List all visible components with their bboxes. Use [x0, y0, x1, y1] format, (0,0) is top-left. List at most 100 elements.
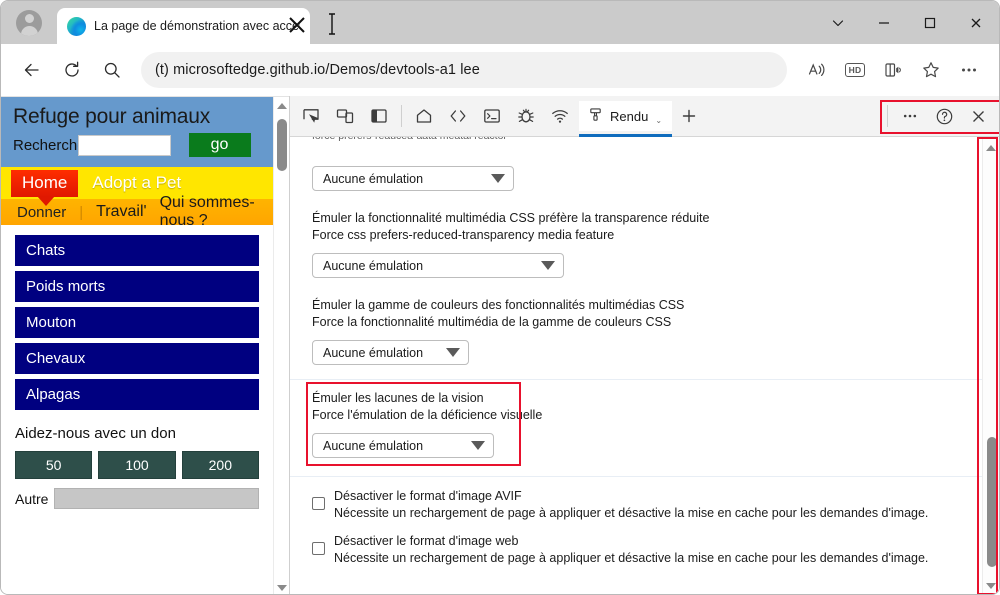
- text-caret-icon: [327, 13, 337, 35]
- inspect-element-icon[interactable]: [294, 99, 328, 133]
- avatar: [16, 9, 42, 36]
- maximize-button[interactable]: [907, 1, 953, 44]
- devtools-scroll-up-arrow[interactable]: [983, 139, 999, 156]
- dropdown-value: Aucune émulation: [323, 438, 424, 453]
- address-bar[interactable]: (t) microsoftedge.github.io/Demos/devtoo…: [141, 52, 787, 88]
- page-scrollbar[interactable]: [273, 97, 289, 594]
- donation-other-row: Autre: [15, 488, 259, 509]
- devtools-scrollbar[interactable]: [982, 137, 999, 594]
- setting-title: Émuler les lacunes de la vision: [312, 391, 484, 405]
- minimize-button[interactable]: [861, 1, 907, 44]
- hd-badge-icon[interactable]: HD: [837, 52, 873, 88]
- chevron-down-icon[interactable]: ⌄: [655, 116, 662, 125]
- close-button[interactable]: [953, 1, 999, 44]
- list-item[interactable]: Alpagas: [15, 379, 259, 410]
- donate-amount-200[interactable]: 200: [181, 451, 259, 479]
- nav-item-travail[interactable]: Travail': [96, 203, 146, 221]
- list-item[interactable]: Chats: [15, 235, 259, 266]
- color-gamut-dropdown[interactable]: Aucune émulation: [312, 340, 469, 365]
- setting-subtitle: Force css prefers-reduced-transparency m…: [312, 228, 615, 242]
- page-scroll-down-arrow[interactable]: [274, 579, 289, 594]
- hd-badge-label: HD: [845, 63, 865, 77]
- nav-separator: |: [79, 203, 84, 221]
- console-icon[interactable]: [475, 99, 509, 133]
- devtools-toolbar: Rendu ⌄: [290, 96, 999, 137]
- setting-subtitle: Force l'émulation de la déficience visue…: [312, 408, 543, 422]
- dock-side-icon[interactable]: [362, 99, 396, 133]
- animal-category-list: Chats Poids morts Mouton Chevaux Alpagas: [1, 225, 273, 410]
- profile-button[interactable]: [1, 1, 57, 44]
- window-controls: [815, 1, 999, 44]
- title-bar: La page de démonstration avec accessibil…: [1, 1, 999, 44]
- checkbox-avif-row[interactable]: Désactiver le format d'image AVIF Nécess…: [312, 477, 982, 522]
- rendering-panel: force prerers-reaucea-aata meatal reacto…: [290, 137, 999, 594]
- chevron-down-icon: [491, 174, 505, 183]
- devtools-scroll-thumb[interactable]: [986, 437, 997, 567]
- list-item[interactable]: Mouton: [15, 307, 259, 338]
- chevron-down-icon: [541, 261, 555, 270]
- browser-toolbar: (t) microsoftedge.github.io/Demos/devtoo…: [1, 44, 999, 96]
- paintbrush-icon: [588, 107, 603, 125]
- devtools-more-icon[interactable]: [893, 99, 927, 133]
- setting-subtitle: Force la fonctionnalité multimédia de la…: [312, 315, 672, 329]
- tab-search-chevron-icon[interactable]: [815, 1, 861, 44]
- browser-tab[interactable]: La page de démonstration avec accessibil…: [57, 8, 310, 44]
- setting-prefers-reduced-data: Aucune émulation: [312, 151, 982, 191]
- dropdown-value: Aucune émulation: [323, 258, 424, 273]
- tab-rendu[interactable]: Rendu ⌄: [579, 101, 673, 137]
- refresh-icon[interactable]: [53, 51, 91, 89]
- page-scroll-up-arrow[interactable]: [274, 97, 289, 114]
- donation-other-input[interactable]: [54, 488, 259, 509]
- list-item[interactable]: Chevaux: [15, 343, 259, 374]
- back-arrow-icon[interactable]: [13, 51, 51, 89]
- site-search-input[interactable]: [77, 134, 171, 156]
- donation-amount-buttons: 50 100 200: [15, 451, 259, 479]
- body: Refuge pour animaux Recherche go Home Ad…: [1, 96, 999, 594]
- elements-icon[interactable]: [441, 99, 475, 133]
- setting-color-gamut: Émuler la gamme de couleurs des fonction…: [312, 278, 982, 365]
- sources-debugger-icon[interactable]: [509, 99, 543, 133]
- donate-amount-100[interactable]: 100: [98, 451, 176, 479]
- home-icon[interactable]: [407, 99, 441, 133]
- nav-item-about[interactable]: Qui sommes-nous ?: [160, 194, 273, 230]
- help-icon[interactable]: [927, 99, 961, 133]
- dropdown-value: Aucune émulation: [323, 345, 424, 360]
- donation-block: Aidez-nous avec un don 50 100 200 Autre: [1, 415, 273, 509]
- chevron-down-icon: [471, 441, 485, 450]
- device-toolbar-icon[interactable]: [328, 99, 362, 133]
- rendering-settings-scroll: force prerers-reaucea-aata meatal reacto…: [290, 137, 982, 594]
- tab-title: La page de démonstration avec accessibil…: [94, 19, 300, 33]
- checkbox-avif[interactable]: [312, 497, 325, 510]
- checkbox-webp-row[interactable]: Désactiver le format d'image web Nécessi…: [312, 522, 982, 567]
- search-icon[interactable]: [93, 51, 131, 89]
- donate-amount-50[interactable]: 50: [15, 451, 93, 479]
- site-title: Refuge pour animaux: [13, 105, 210, 128]
- devtools-close-icon[interactable]: [961, 99, 995, 133]
- devtools-scroll-down-arrow[interactable]: [983, 577, 999, 594]
- nav-item-donner[interactable]: Donner: [17, 204, 66, 221]
- add-panel-button[interactable]: [674, 99, 704, 133]
- setting-prefers-reduced-transparency: Émuler la fonctionnalité multimédia CSS …: [312, 191, 982, 278]
- clipped-setting-line: force prerers-reaucea-aata meatal reacto…: [312, 137, 982, 148]
- prefers-reduced-transparency-dropdown[interactable]: Aucune émulation: [312, 253, 564, 278]
- checkbox-subtitle: Nécessite un rechargement de page à appl…: [334, 506, 929, 520]
- site-go-button[interactable]: go: [188, 133, 251, 157]
- network-icon[interactable]: [543, 99, 577, 133]
- checkbox-webp[interactable]: [312, 542, 325, 555]
- list-item[interactable]: Poids morts: [15, 271, 259, 302]
- ellipsis-icon[interactable]: [951, 52, 987, 88]
- checkbox-title: Désactiver le format d'image web: [334, 534, 519, 548]
- page-scroll-thumb[interactable]: [277, 119, 287, 171]
- nav-item-adopt[interactable]: Adopt a Pet: [92, 173, 181, 193]
- donation-other-label: Autre: [15, 490, 49, 507]
- devtools-pane: Rendu ⌄ Aucune émulation Émuler la fonct…: [289, 96, 999, 594]
- star-icon[interactable]: [913, 52, 949, 88]
- toolbar-divider-right: [887, 105, 888, 127]
- read-aloud-icon[interactable]: [799, 52, 835, 88]
- nav-item-home[interactable]: Home: [11, 169, 79, 206]
- vision-deficiency-dropdown[interactable]: Aucune émulation: [312, 433, 494, 458]
- immersive-reader-icon[interactable]: [875, 52, 911, 88]
- tab-rendu-label: Rendu: [610, 108, 649, 124]
- setting-vision-deficiency: Émuler les lacunes de la vision Force l'…: [306, 380, 982, 470]
- prefers-reduced-data-dropdown[interactable]: Aucune émulation: [312, 166, 514, 191]
